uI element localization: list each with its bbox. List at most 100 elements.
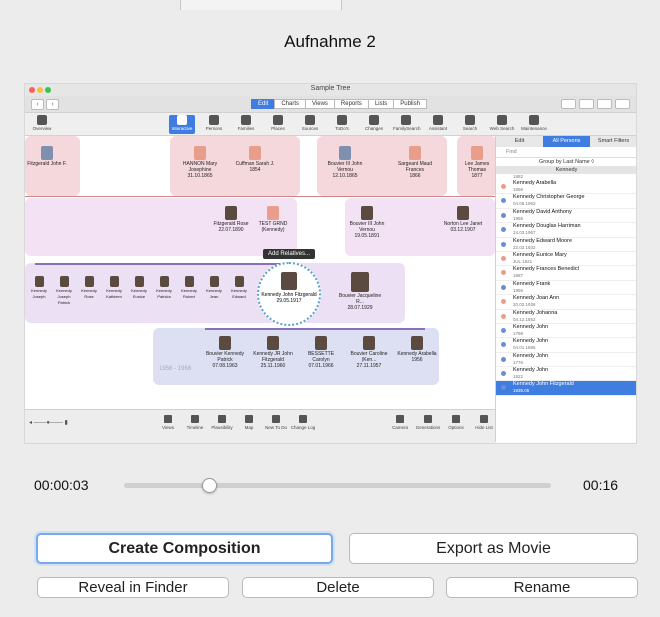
toolbar-assistant[interactable]: Assistant <box>425 115 451 131</box>
toolbar-places[interactable]: Places <box>265 115 291 131</box>
segment-edit[interactable]: Edit <box>251 99 276 109</box>
female-icon <box>501 299 506 305</box>
list-item[interactable]: Kennedy John 1776 <box>496 353 636 368</box>
sibling-person[interactable]: Kennedy Robert <box>177 276 201 300</box>
tab-smart-filters[interactable]: Smart Filters <box>590 136 636 147</box>
find-field[interactable]: Find <box>496 147 636 158</box>
sibling-person[interactable]: Kennedy Joseph <box>27 276 51 300</box>
list-item[interactable]: Kennedy John 04.01.1856 <box>496 338 636 353</box>
list-item[interactable]: Kennedy Arabella 1956 <box>496 180 636 195</box>
child-person[interactable]: Kennedy Arabella 1956 <box>397 336 437 363</box>
bottom-tool-new-to-do[interactable]: New To Do <box>261 415 291 430</box>
segment-views[interactable]: Views <box>305 99 335 109</box>
playback-slider[interactable] <box>124 483 551 488</box>
toolbar-interactive[interactable]: Interactive <box>169 115 195 134</box>
list-item[interactable]: Kennedy Joan Ann 20.02.1936 <box>496 295 636 310</box>
sibling-person[interactable]: Kennedy Edward <box>227 276 251 300</box>
bottom-tool-options[interactable]: Options <box>441 415 471 430</box>
bottom-tool-change-log[interactable]: Change Log <box>288 415 318 430</box>
playback-knob[interactable] <box>201 478 217 493</box>
families-icon <box>241 115 251 125</box>
group-by-selector[interactable]: Group by Last Name ◊ <box>496 158 636 166</box>
list-item[interactable]: Kennedy Eunice Mary JUL 1921 <box>496 252 636 267</box>
list-item[interactable]: Kennedy Christopher George 04.06.1963 <box>496 194 636 209</box>
tree-person[interactable]: Cuffman Sarah J. 1854 <box>235 146 275 173</box>
tree-person[interactable]: TEST GRND (Kennedy) <box>253 206 293 233</box>
list-item[interactable]: Kennedy John 1798 <box>496 324 636 339</box>
tree-person[interactable]: Fitzgerald John F. <box>27 146 67 167</box>
toolbar-web-search[interactable]: Web Search <box>489 115 515 131</box>
reveal-in-finder-button[interactable]: Reveal in Finder <box>37 577 229 598</box>
toolbar-changes[interactable]: Changes <box>361 115 387 131</box>
toolbar-search[interactable]: Search <box>457 115 483 131</box>
delete-button[interactable]: Delete <box>242 577 434 598</box>
bottom-tool-hide-list[interactable]: Hide List <box>469 415 499 430</box>
sibling-person[interactable]: Kennedy Kathleen <box>102 276 126 300</box>
list-item[interactable]: Kennedy Frank 1956 <box>496 280 636 296</box>
male-icon <box>501 284 506 290</box>
create-composition-button[interactable]: Create Composition <box>36 533 333 564</box>
list-item[interactable]: Kennedy David Anthony 1955 <box>496 209 636 224</box>
child-dates: 07.01.1966 <box>308 363 334 369</box>
list-item[interactable]: Kennedy John Fitzgerald 1935.05 <box>496 381 636 396</box>
tab-edit[interactable]: Edit <box>496 136 543 147</box>
toolbar-overview[interactable]: Overview <box>29 115 55 131</box>
tree-person[interactable]: Lee James Thomas 1877 <box>457 146 495 179</box>
list-item[interactable]: Kennedy Douglas Harriman 24.03.1967 <box>496 223 636 238</box>
export-movie-button[interactable]: Export as Movie <box>349 533 638 564</box>
bottom-tool-camera[interactable]: Camera <box>385 415 415 430</box>
zoom-slider[interactable]: ◂ ───●─── ▮ <box>29 419 68 426</box>
toolbar-sources[interactable]: Sources <box>297 115 323 131</box>
toolbar-maintenance[interactable]: Maintenance <box>521 115 547 131</box>
segment-publish[interactable]: Publish <box>393 99 427 109</box>
tree-person[interactable]: HANNON Mary Josephine 31.10.1865 <box>180 146 220 179</box>
toolbar-familysearch[interactable]: FamilySearch <box>393 115 421 131</box>
list-item[interactable]: Kennedy John 1822 <box>496 367 636 382</box>
rename-button[interactable]: Rename <box>446 577 638 598</box>
sibling-person[interactable]: Kennedy Rose <box>77 276 101 300</box>
spouse-person[interactable]: Bouvier Jacqueline R... 28.07.1929 <box>335 272 385 311</box>
toolbar-families[interactable]: Families <box>233 115 259 131</box>
context-menu-add-relatives[interactable]: Add Relatives... <box>263 249 316 259</box>
list-item[interactable]: Kennedy Edward Moore 22.02.1932 <box>496 237 636 252</box>
bottom-tool-generations[interactable]: Generations <box>413 415 443 430</box>
child-person[interactable]: Kennedy JR John Fitzgerald 25.11.1960 <box>253 336 293 369</box>
list-item-year: 24.03.1967 <box>513 230 536 236</box>
sibling-person[interactable]: Kennedy Jean <box>202 276 226 300</box>
toolbar-todo-s[interactable]: ToDo's <box>329 115 355 131</box>
sibling-person[interactable]: Kennedy Joseph Patrick <box>52 276 76 306</box>
toolbar-persons[interactable]: Persons <box>201 115 227 131</box>
list-item-year: 04.06.1963 <box>513 201 536 207</box>
list-item[interactable]: Kennedy Johanna 04.12.1852 <box>496 310 636 324</box>
assistant-icon <box>433 115 443 125</box>
focus-person[interactable]: Kennedy John Fitzgerald 29.05.1917 <box>257 262 321 326</box>
list-item[interactable]: Kennedy Frances Benedict 1887 <box>496 266 636 281</box>
tree-person[interactable]: Bouvier III John Vernou 12.10.1865 <box>325 146 365 179</box>
child-person[interactable]: Bouvier Kennedy Patrick 07.08.1963 <box>205 336 245 369</box>
forward-icon: › <box>46 99 59 110</box>
preview-window-title: Sample Tree <box>310 85 351 92</box>
child-person[interactable]: BESSETTE Carolyn 07.01.1966 <box>301 336 341 369</box>
tree-person[interactable]: Norton Lee Janet 03.12.1907 <box>443 206 483 233</box>
bottom-tool-views[interactable]: Views <box>153 415 183 430</box>
toolbar-label: FamilySearch <box>393 126 421 131</box>
recording-preview[interactable]: Sample Tree ‹ › Edit Charts Views Reports Lis… <box>24 83 637 444</box>
bottom-tool-map[interactable]: Map <box>234 415 264 430</box>
sibling-person[interactable]: Kennedy Eunice <box>127 276 151 300</box>
bottom-tool-plausibility[interactable]: Plausibility <box>207 415 237 430</box>
child-person[interactable]: Bouvier Caroline (Ken... 27.11.1957 <box>349 336 389 369</box>
list-item-name: Kennedy Frank <box>513 280 551 287</box>
segment-reports[interactable]: Reports <box>333 99 369 109</box>
sibling-person[interactable]: Kennedy Patricia <box>152 276 176 300</box>
tree-person[interactable]: Bouvier III John Vernou 19.05.1891 <box>347 206 387 239</box>
tree-person[interactable]: Fitzgerald Rose 22.07.1890 <box>211 206 251 233</box>
list-item-name: Kennedy Edward Moore <box>513 237 573 244</box>
segment-lists[interactable]: Lists <box>367 99 395 109</box>
tree-person[interactable]: Sargeant Maud Frances 1866 <box>395 146 435 179</box>
segment-charts[interactable]: Charts <box>274 99 307 109</box>
male-icon <box>501 227 506 233</box>
list-item-year: 20.02.1936 <box>513 302 536 308</box>
sibling-name: Kennedy Kathleen <box>106 288 122 299</box>
bottom-tool-timeline[interactable]: Timeline <box>180 415 210 430</box>
tab-all-persons[interactable]: All Persons <box>543 136 590 147</box>
